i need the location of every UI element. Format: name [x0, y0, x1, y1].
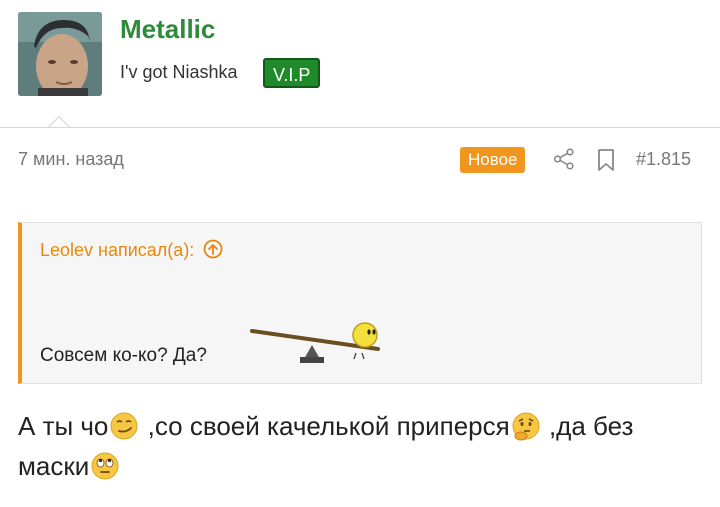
quote-text: Совсем ко-ко? Да?	[40, 345, 207, 366]
message-text-1: А ты чо	[18, 411, 109, 441]
divider	[0, 127, 720, 128]
quote-author-text[interactable]: Leolev написал(а):	[40, 240, 194, 260]
post-message: А ты чо ,со своей качелькой приперся ,да…	[18, 406, 708, 486]
eye-roll-emoji-icon	[90, 451, 120, 481]
post-number-link[interactable]: #1.815	[636, 149, 691, 170]
user-title: I'v got Niashka	[120, 62, 238, 82]
thinking-emoji-icon	[511, 411, 541, 441]
share-icon[interactable]	[553, 148, 575, 170]
vip-badge: V.I.P	[263, 58, 321, 88]
arrow-up-circle-icon[interactable]	[203, 239, 223, 259]
quote-author-link[interactable]: Leolev написал(а):	[40, 239, 223, 261]
username[interactable]: Metallic	[120, 14, 215, 45]
avatar[interactable]	[18, 12, 102, 96]
post-time[interactable]: 7 мин. назад	[18, 149, 124, 170]
message-text-2: ,со своей качелькой приперся	[140, 411, 510, 441]
bookmark-icon[interactable]	[596, 148, 616, 172]
quote-block: Leolev написал(а): Совсем ко-ко? Да?	[18, 222, 702, 384]
new-badge: Новое	[460, 147, 526, 173]
seesaw-smiley-image	[248, 319, 384, 365]
smirk-emoji-icon	[109, 411, 139, 441]
divider-pointer	[46, 114, 72, 128]
user-header: Metallic I'v got Niashka V.I.P	[0, 0, 720, 128]
